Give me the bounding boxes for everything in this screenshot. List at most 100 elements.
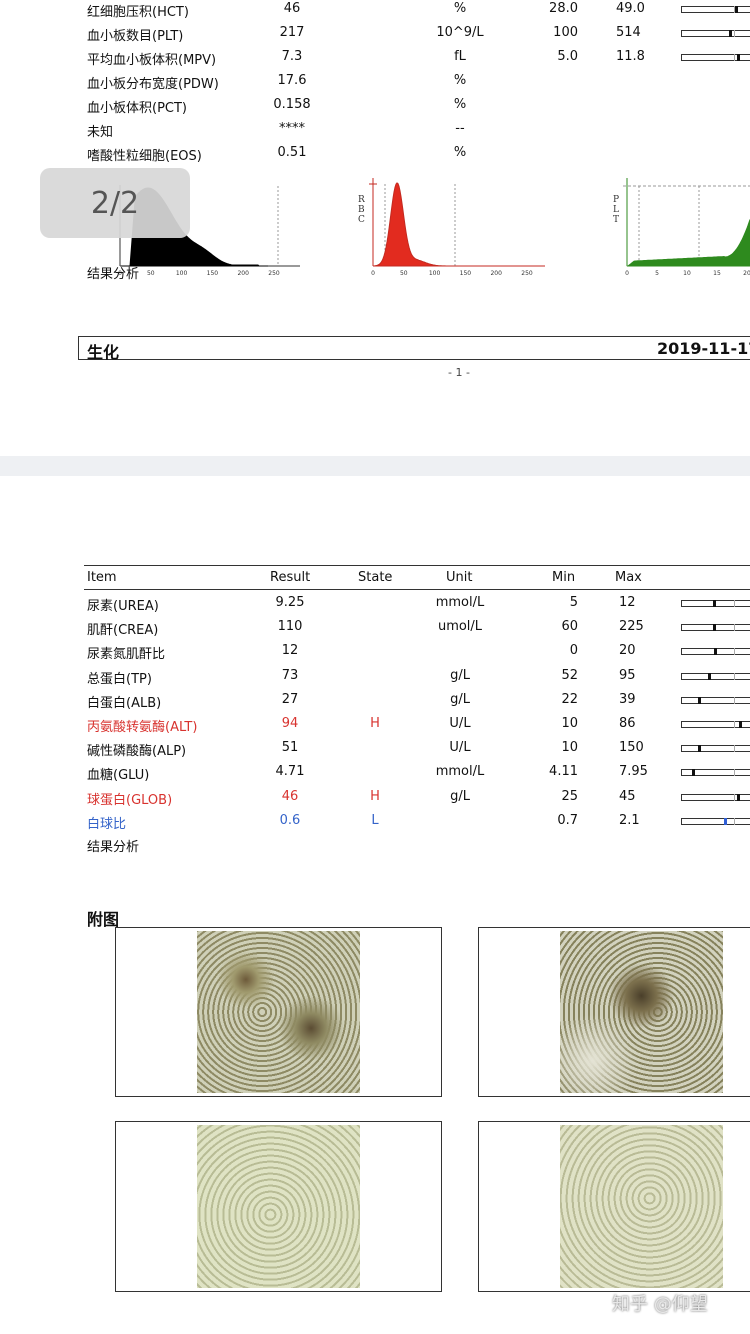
cbc-item-result: 46 <box>283 1 301 16</box>
col-header-state: State <box>358 570 393 585</box>
bio-item-max: 20 <box>619 643 636 659</box>
bio-item-min: 52 <box>561 667 578 683</box>
histogram-tick-label: 10 <box>683 270 691 277</box>
bio-item-name: 肌酐(CREA) <box>87 623 159 639</box>
report-page-1: 红细胞压积(HCT) 46% 28.0 49.0 血小板数目(PLT) 217 10^9/L… <box>0 0 750 456</box>
bio-item-min: 22 <box>561 691 578 707</box>
cbc-item-result: 0.51 <box>277 145 307 160</box>
cbc-item-name: 红细胞压积(HCT) <box>87 5 189 20</box>
cbc-item-min: 100 <box>553 25 578 40</box>
range-marker <box>714 648 717 656</box>
bio-item-min: 0 <box>569 643 578 659</box>
histogram-tick-label: 50 <box>147 270 155 277</box>
table-top-rule <box>84 565 750 566</box>
bio-item-name: 球蛋白(GLOB) <box>87 792 173 808</box>
micro-photo-4 <box>478 1121 750 1292</box>
range-marker <box>713 624 716 632</box>
page-separator <box>0 456 750 476</box>
cbc-item-min: 5.0 <box>557 49 578 64</box>
microscope-image <box>197 1125 360 1288</box>
bio-item-min: 10 <box>561 740 578 756</box>
micro-photo-3 <box>115 1121 442 1292</box>
section-header: 生化 2019-11-17 <box>78 336 750 362</box>
page-indicator-badge: 2/2 <box>40 168 190 238</box>
cbc-item-result: 217 <box>279 25 305 40</box>
histogram-tick-label: 250 <box>268 270 280 277</box>
cbc-item-max: 514 <box>616 25 641 40</box>
bio-item-unit: mmol/L <box>435 764 485 780</box>
bio-item-max: 7.95 <box>619 764 648 780</box>
bio-item-unit: g/L <box>450 667 470 683</box>
bio-item-max: 225 <box>619 619 644 635</box>
bio-range-bar <box>681 648 750 656</box>
col-header-unit: Unit <box>446 570 473 585</box>
section-date: 2019-11-17 <box>657 339 750 358</box>
bio-item-max: 86 <box>619 716 636 731</box>
cbc-item-min: 28.0 <box>549 1 578 16</box>
bio-item-name: 碱性磷酸酶(ALP) <box>87 744 187 760</box>
bio-item-result: 51 <box>281 740 299 756</box>
bio-item-name: 白蛋白(ALB) <box>87 695 162 711</box>
histogram-tick-label: 50 <box>400 270 408 277</box>
microscope-image <box>197 931 360 1093</box>
bio-item-unit: U/L <box>449 716 471 731</box>
histogram-tick-label: 150 <box>207 270 219 277</box>
bio-range-bar <box>681 745 750 753</box>
cbc-item-name: 血小板分布宽度(PDW) <box>87 77 219 92</box>
microscope-image <box>560 1125 723 1288</box>
bio-item-name: 尿素氮肌酐比 <box>87 647 166 663</box>
cbc-item-unit: fL <box>454 49 466 64</box>
bio-item-min: 10 <box>561 716 578 731</box>
histogram-tick-label: 200 <box>490 270 502 277</box>
cbc-item-name: 未知 <box>87 125 114 140</box>
range-marker <box>692 769 695 777</box>
section-title: 生化 <box>87 343 120 362</box>
cbc-item-name: 平均血小板体积(MPV) <box>87 53 217 68</box>
histogram-tick-label: 15 <box>713 270 721 277</box>
col-header-max: Max <box>615 570 642 585</box>
range-marker <box>713 600 716 607</box>
bio-item-min: 0.7 <box>557 812 578 828</box>
rbc-histogram: RBC 0 50 100 150 200 250 <box>358 178 545 277</box>
cbc-item-result: 0.158 <box>273 97 311 112</box>
bio-item-unit: umol/L <box>437 619 483 635</box>
bio-item-result: 110 <box>277 619 303 635</box>
bio-item-max: 39 <box>619 691 636 707</box>
plt-histogram: PLT 0 5 10 15 20 <box>613 178 750 277</box>
cbc-range-bar <box>681 30 750 37</box>
bio-item-max: 12 <box>619 595 636 610</box>
bio-item-state: H <box>370 788 380 804</box>
range-marker <box>737 793 740 801</box>
bio-item-max: 2.1 <box>619 812 640 828</box>
cbc-range-bar <box>681 6 750 13</box>
bio-range-bar <box>681 769 750 777</box>
range-marker <box>708 672 711 680</box>
bio-range-bar <box>681 721 750 728</box>
cbc-item-name: 血小板体积(PCT) <box>87 101 188 116</box>
site-watermark: 知乎 @仰望 <box>612 1294 708 1315</box>
bio-item-min: 5 <box>569 595 578 610</box>
cbc-item-name: 嗜酸性粒细胞(EOS) <box>87 149 202 164</box>
bio-item-unit: g/L <box>450 691 470 707</box>
bio-item-min: 25 <box>561 788 578 804</box>
bio-item-unit: mmol/L <box>435 595 485 610</box>
bio-item-min: 60 <box>561 619 578 635</box>
cbc-item-name: 血小板数目(PLT) <box>87 29 184 44</box>
cbc-item-result: 17.6 <box>277 73 307 88</box>
bio-item-result: 73 <box>281 667 299 683</box>
cbc-item-unit: % <box>453 73 467 88</box>
histogram-tick-label: 5 <box>655 270 659 277</box>
cbc-item-unit: % <box>453 145 467 160</box>
bio-range-bar <box>681 696 750 704</box>
micro-photo-2 <box>478 927 750 1097</box>
bio-range-bar <box>681 624 750 632</box>
histogram-tick-label: 100 <box>176 270 188 277</box>
histogram-tick-label: 150 <box>460 270 472 277</box>
bio-item-min: 4.11 <box>549 764 578 780</box>
bio-item-name: 血糖(GLU) <box>87 768 150 784</box>
bio-item-result: 9.25 <box>275 595 305 610</box>
bio-range-bar <box>681 600 750 607</box>
cbc-item-result: 7.3 <box>281 49 303 64</box>
histogram-tick-label: 20 <box>743 270 750 277</box>
bio-item-max: 45 <box>619 788 636 804</box>
